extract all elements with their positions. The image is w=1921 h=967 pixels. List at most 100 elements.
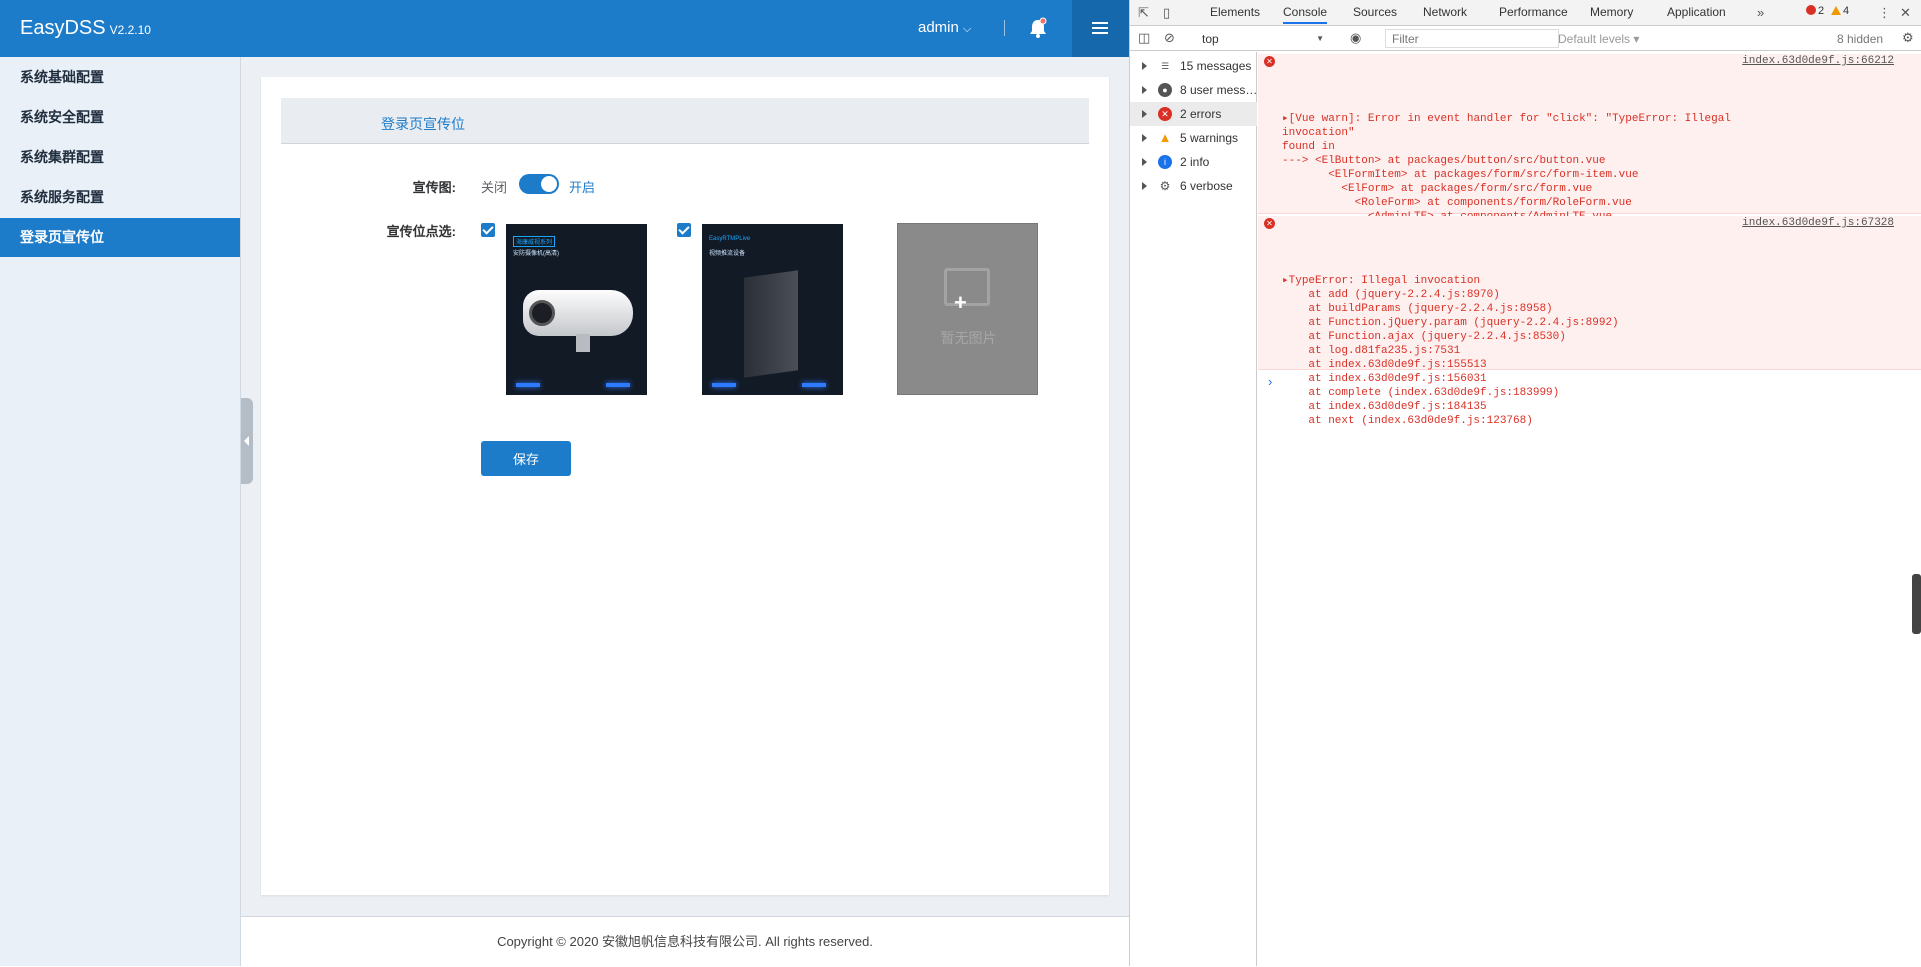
sidebar-item-info[interactable]: i2 info (1130, 150, 1257, 174)
switch-knob (541, 176, 557, 192)
promo-image-device[interactable]: EasyRTMPLive 视频推流设备 (702, 224, 843, 395)
promo-image-camera[interactable]: 海康威视系列 安防摄像机(高清) (506, 224, 647, 395)
plus-icon: + (954, 290, 967, 315)
bell-icon[interactable] (1028, 17, 1048, 39)
log-line: at index.63d0de9f.js:155513 (1282, 359, 1487, 371)
image-2-checkbox[interactable] (677, 223, 691, 237)
chevron-down-icon: ⌵ (963, 23, 972, 35)
sidebar-item-basic-config[interactable]: 系统基础配置 (0, 58, 240, 97)
sidebar-item-messages[interactable]: ☰ 15 messages (1130, 54, 1257, 78)
device-toolbar-icon[interactable]: ▯ (1163, 5, 1170, 21)
brand-name: EasyDSS (20, 17, 106, 39)
inspect-icon[interactable]: ⇱ (1138, 5, 1149, 21)
eye-icon[interactable]: ◉ (1350, 30, 1361, 46)
log-line: at Function.ajax (jquery-2.2.4.js:8530) (1282, 331, 1566, 343)
tab-network[interactable]: Network (1423, 5, 1467, 19)
no-image-text: 暂无图片 (940, 330, 997, 346)
close-icon[interactable]: ✕ (1900, 5, 1911, 21)
image-tag: 海康威视系列 (513, 236, 556, 247)
panel-title: 登录页宣传位 (381, 116, 465, 132)
caret-right-icon (1142, 86, 1147, 94)
log-line: at add (jquery-2.2.4.js:8970) (1282, 289, 1500, 301)
log-line: at complete (index.63d0de9f.js:183999) (1282, 387, 1560, 399)
promo-slots-label: 宣传位点选: (386, 224, 456, 239)
settings-gear-icon[interactable]: ⚙ (1902, 30, 1914, 46)
tab-performance[interactable]: Performance (1499, 5, 1568, 19)
console-sidebar: ☰ 15 messages ● 8 user mess… ✕ 2 errors ▲ 5 … (1130, 52, 1257, 966)
sidebar: 系统基础配置 系统安全配置 系统集群配置 系统服务配置 登录页宣传位 (0, 57, 241, 966)
error-icon (1806, 5, 1816, 15)
log-line: at next (index.63d0de9f.js:123768) (1282, 415, 1533, 427)
console-error-vue-warn[interactable]: ✕ index.63d0de9f.js:66212 ▸[Vue warn]: E… (1258, 54, 1921, 237)
log-line: invocation" (1282, 127, 1355, 139)
content-panel: 登录页宣传位 宣传图: 关闭 开启 宣传位点选: 海康威视系列 安防摄像机(高清… (261, 77, 1109, 895)
top-navbar: EasyDSS V2.2.10 admin ⌵ (0, 0, 1129, 57)
divider (1004, 20, 1005, 36)
log-line: found in (1282, 141, 1335, 153)
warning-count-badge[interactable]: 4 (1831, 5, 1849, 17)
log-line: <ElForm> at packages/form/src/form.vue (1282, 183, 1593, 195)
log-line: at Function.jQuery.param (jquery-2.2.4.j… (1282, 317, 1619, 329)
tab-sources[interactable]: Sources (1353, 5, 1397, 19)
panel-header: 登录页宣传位 (281, 98, 1089, 144)
bug-icon: ⚙ (1159, 179, 1171, 193)
promo-image-label: 宣传图: (412, 180, 456, 195)
image-caption: 视频推流设备 (709, 251, 746, 257)
camera-graphic (523, 290, 633, 336)
more-tabs-icon[interactable]: » (1757, 5, 1764, 20)
sidebar-item-service-config[interactable]: 系统服务配置 (0, 178, 240, 217)
log-line: ---> <ElButton> at packages/button/src/b… (1282, 155, 1606, 167)
context-selector[interactable]: top (1198, 30, 1328, 48)
caret-right-icon (1142, 110, 1147, 118)
caret-right-icon (1142, 158, 1147, 166)
username: admin (918, 19, 959, 36)
sidebar-item-cluster-config[interactable]: 系统集群配置 (0, 138, 240, 177)
image-tag: EasyRTMPLive (709, 236, 751, 242)
tab-elements[interactable]: Elements (1210, 5, 1260, 19)
save-button[interactable]: 保存 (481, 441, 571, 476)
sidebar-item-warnings[interactable]: ▲ 5 warnings (1130, 126, 1257, 150)
image-caption: 安防摄像机(高清) (513, 251, 559, 257)
app-window: EasyDSS V2.2.10 admin ⌵ 系统基础配置 系统安全配置 系统集… (0, 0, 1129, 966)
log-line: at log.d81fa235.js:7531 (1282, 345, 1461, 357)
list-icon: ☰ (1160, 61, 1170, 71)
kebab-menu-icon[interactable]: ⋮ (1878, 5, 1891, 21)
sidebar-item-security-config[interactable]: 系统安全配置 (0, 98, 240, 137)
caret-right-icon (1142, 134, 1147, 142)
sidebar-toggle-icon[interactable]: ◫ (1138, 30, 1150, 46)
clear-console-icon[interactable]: ⊘ (1164, 30, 1175, 46)
sidebar-item-errors[interactable]: ✕ 2 errors (1130, 102, 1257, 126)
console-prompt[interactable]: › (1268, 374, 1272, 389)
sidebar-collapse-handle[interactable] (241, 398, 253, 484)
menu-toggle-button[interactable] (1072, 0, 1129, 57)
sidebar-item-user-messages[interactable]: ● 8 user mess… (1130, 78, 1257, 102)
log-line: at index.63d0de9f.js:184135 (1282, 401, 1487, 413)
devtools-panel: ⇱ ▯ Elements Console Sources Network Per… (1129, 0, 1921, 966)
source-link[interactable]: index.63d0de9f.js:66212 (1742, 54, 1894, 68)
sidebar-item-verbose[interactable]: ⚙ 6 verbose (1130, 174, 1257, 198)
tab-memory[interactable]: Memory (1590, 5, 1633, 19)
error-icon: ✕ (1264, 56, 1275, 67)
brand-logo[interactable]: EasyDSS V2.2.10 (20, 17, 151, 40)
image-placeholder-icon (944, 268, 990, 306)
promo-toggle-switch[interactable] (519, 174, 559, 194)
image-1-checkbox[interactable] (481, 223, 495, 237)
log-levels-dropdown[interactable]: Default levels ▾ (1558, 32, 1639, 46)
log-line: ▸[Vue warn]: Error in event handler for … (1282, 113, 1731, 125)
console-error-typeerror[interactable]: ✕ index.63d0de9f.js:67328 ▸TypeError: Il… (1258, 216, 1921, 427)
info-icon: i (1158, 155, 1172, 169)
log-line: at index.63d0de9f.js:156031 (1282, 373, 1487, 385)
add-image-slot[interactable]: + 暂无图片 (897, 223, 1038, 395)
source-link[interactable]: index.63d0de9f.js:67328 (1742, 216, 1894, 230)
console-toolbar: ◫ ⊘ top ◉ Default levels ▾ 8 hidden ⚙ (1130, 27, 1921, 51)
log-line: <ElFormItem> at packages/form/src/form-i… (1282, 169, 1639, 181)
filter-input[interactable] (1385, 29, 1559, 48)
device-graphic (744, 270, 798, 378)
hidden-count: 8 hidden (1837, 32, 1884, 46)
scrollbar-thumb[interactable] (1912, 574, 1921, 634)
sidebar-item-login-promo[interactable]: 登录页宣传位 (0, 218, 240, 257)
error-count-badge[interactable]: 2 (1806, 5, 1824, 17)
user-menu[interactable]: admin ⌵ (918, 19, 971, 36)
tab-application[interactable]: Application (1667, 5, 1726, 19)
tab-console[interactable]: Console (1283, 5, 1328, 24)
